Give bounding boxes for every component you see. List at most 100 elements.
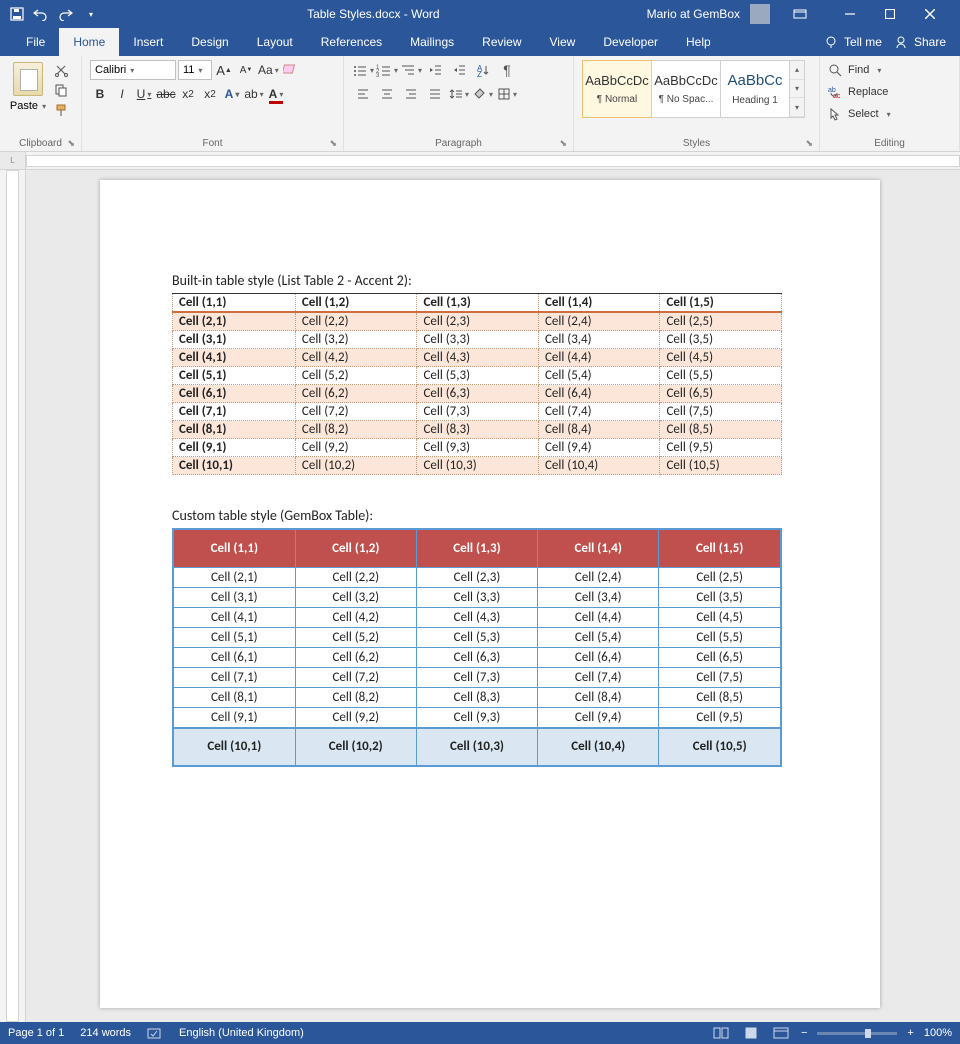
subscript-button[interactable]: x2: [178, 84, 198, 104]
table-cell[interactable]: Cell (3,4): [538, 587, 659, 607]
sort-icon[interactable]: AZ: [472, 60, 494, 80]
share-button[interactable]: Share: [894, 35, 946, 49]
table-cell[interactable]: Cell (9,1): [173, 439, 296, 457]
table-cell[interactable]: Cell (5,5): [659, 627, 781, 647]
table-cell[interactable]: Cell (4,5): [659, 607, 781, 627]
table-cell[interactable]: Cell (6,1): [173, 647, 295, 667]
table-cell[interactable]: Cell (9,2): [295, 439, 417, 457]
table-cell[interactable]: Cell (3,5): [660, 331, 782, 349]
table-cell[interactable]: Cell (8,4): [538, 421, 660, 439]
table-cell[interactable]: Cell (4,3): [416, 607, 537, 627]
table-cell[interactable]: Cell (5,4): [538, 367, 660, 385]
table-cell[interactable]: Cell (5,3): [417, 367, 539, 385]
undo-icon[interactable]: [32, 5, 50, 23]
user-avatar-icon[interactable]: [750, 4, 770, 24]
table-cell[interactable]: Cell (7,4): [538, 667, 659, 687]
superscript-button[interactable]: x2: [200, 84, 220, 104]
table-cell[interactable]: Cell (1,2): [295, 529, 416, 567]
italic-button[interactable]: I: [112, 84, 132, 104]
grow-font-icon[interactable]: A▲: [214, 60, 234, 80]
table-cell[interactable]: Cell (7,1): [173, 403, 296, 421]
table-cell[interactable]: Cell (9,4): [538, 707, 659, 728]
style-normal[interactable]: AaBbCcDc ¶ Normal: [582, 60, 652, 118]
numbering-icon[interactable]: 123▾: [376, 60, 398, 80]
table-cell[interactable]: Cell (10,4): [538, 728, 659, 766]
table-cell[interactable]: Cell (1,3): [417, 294, 539, 313]
table-cell[interactable]: Cell (3,4): [538, 331, 660, 349]
table-cell[interactable]: Cell (7,4): [538, 403, 660, 421]
table-cell[interactable]: Cell (7,5): [659, 667, 781, 687]
tab-insert[interactable]: Insert: [119, 28, 177, 56]
web-layout-icon[interactable]: [771, 1025, 791, 1041]
tab-file[interactable]: File: [12, 28, 59, 56]
page-scroll-area[interactable]: Built-in table style (List Table 2 - Acc…: [26, 170, 960, 1022]
align-center-icon[interactable]: [376, 84, 398, 104]
table-cell[interactable]: Cell (5,2): [295, 627, 416, 647]
increase-indent-icon[interactable]: [448, 60, 470, 80]
shrink-font-icon[interactable]: A▼: [236, 60, 256, 80]
table-cell[interactable]: Cell (9,5): [659, 707, 781, 728]
tell-me-search[interactable]: Tell me: [824, 35, 882, 49]
borders-icon[interactable]: ▾: [496, 84, 518, 104]
table-cell[interactable]: Cell (1,4): [538, 529, 659, 567]
vertical-ruler[interactable]: [0, 170, 26, 1022]
table-cell[interactable]: Cell (8,5): [659, 687, 781, 707]
language-status[interactable]: English (United Kingdom): [179, 1027, 304, 1039]
table-cell[interactable]: Cell (6,5): [659, 647, 781, 667]
table-cell[interactable]: Cell (8,4): [538, 687, 659, 707]
tab-home[interactable]: Home: [59, 28, 119, 56]
table-cell[interactable]: Cell (10,2): [295, 728, 416, 766]
copy-icon[interactable]: [52, 82, 70, 98]
zoom-slider[interactable]: [817, 1032, 897, 1035]
table-cell[interactable]: Cell (7,1): [173, 667, 295, 687]
horizontal-ruler[interactable]: L: [0, 152, 960, 170]
zoom-out-icon[interactable]: −: [801, 1027, 807, 1039]
table-cell[interactable]: Cell (9,5): [660, 439, 782, 457]
ribbon-display-icon[interactable]: [780, 0, 820, 28]
table-cell[interactable]: Cell (3,1): [173, 331, 296, 349]
table-cell[interactable]: Cell (4,4): [538, 607, 659, 627]
cut-icon[interactable]: [52, 62, 70, 78]
shading-icon[interactable]: ▾: [472, 84, 494, 104]
table-cell[interactable]: Cell (6,2): [295, 647, 416, 667]
table-cell[interactable]: Cell (5,5): [660, 367, 782, 385]
table-cell[interactable]: Cell (6,2): [295, 385, 417, 403]
tab-developer[interactable]: Developer: [589, 28, 672, 56]
styles-gallery-scroll[interactable]: ▴▾▾: [789, 60, 805, 118]
word-count[interactable]: 214 words: [80, 1027, 131, 1039]
table-cell[interactable]: Cell (7,3): [417, 403, 539, 421]
table-cell[interactable]: Cell (4,2): [295, 349, 417, 367]
table-cell[interactable]: Cell (1,1): [173, 529, 295, 567]
highlight-color-icon[interactable]: ab▾: [244, 84, 264, 104]
table-cell[interactable]: Cell (9,3): [416, 707, 537, 728]
qat-customize-icon[interactable]: ▾: [82, 5, 100, 23]
table-cell[interactable]: Cell (4,2): [295, 607, 416, 627]
table-cell[interactable]: Cell (2,2): [295, 567, 416, 587]
table-cell[interactable]: Cell (5,1): [173, 627, 295, 647]
bold-button[interactable]: B: [90, 84, 110, 104]
table-cell[interactable]: Cell (10,5): [659, 728, 781, 766]
tab-design[interactable]: Design: [177, 28, 242, 56]
table-cell[interactable]: Cell (4,1): [173, 349, 296, 367]
table-cell[interactable]: Cell (7,3): [416, 667, 537, 687]
table-cell[interactable]: Cell (3,3): [417, 331, 539, 349]
table-cell[interactable]: Cell (6,4): [538, 647, 659, 667]
table-cell[interactable]: Cell (2,5): [659, 567, 781, 587]
table-cell[interactable]: Cell (4,1): [173, 607, 295, 627]
table-cell[interactable]: Cell (2,1): [173, 312, 296, 331]
align-right-icon[interactable]: [400, 84, 422, 104]
custom-style-table[interactable]: Cell (1,1)Cell (1,2)Cell (1,3)Cell (1,4)…: [172, 528, 782, 767]
font-color-icon[interactable]: A▾: [266, 84, 286, 104]
read-mode-icon[interactable]: [711, 1025, 731, 1041]
table-cell[interactable]: Cell (2,5): [660, 312, 782, 331]
font-size-combo[interactable]: 11▾: [178, 60, 212, 80]
table-cell[interactable]: Cell (5,2): [295, 367, 417, 385]
table-cell[interactable]: Cell (10,3): [416, 728, 537, 766]
align-left-icon[interactable]: [352, 84, 374, 104]
show-hide-icon[interactable]: ¶: [496, 60, 518, 80]
tab-review[interactable]: Review: [468, 28, 535, 56]
table-cell[interactable]: Cell (5,4): [538, 627, 659, 647]
zoom-level[interactable]: 100%: [924, 1027, 952, 1039]
table-cell[interactable]: Cell (3,1): [173, 587, 295, 607]
table-cell[interactable]: Cell (8,2): [295, 421, 417, 439]
